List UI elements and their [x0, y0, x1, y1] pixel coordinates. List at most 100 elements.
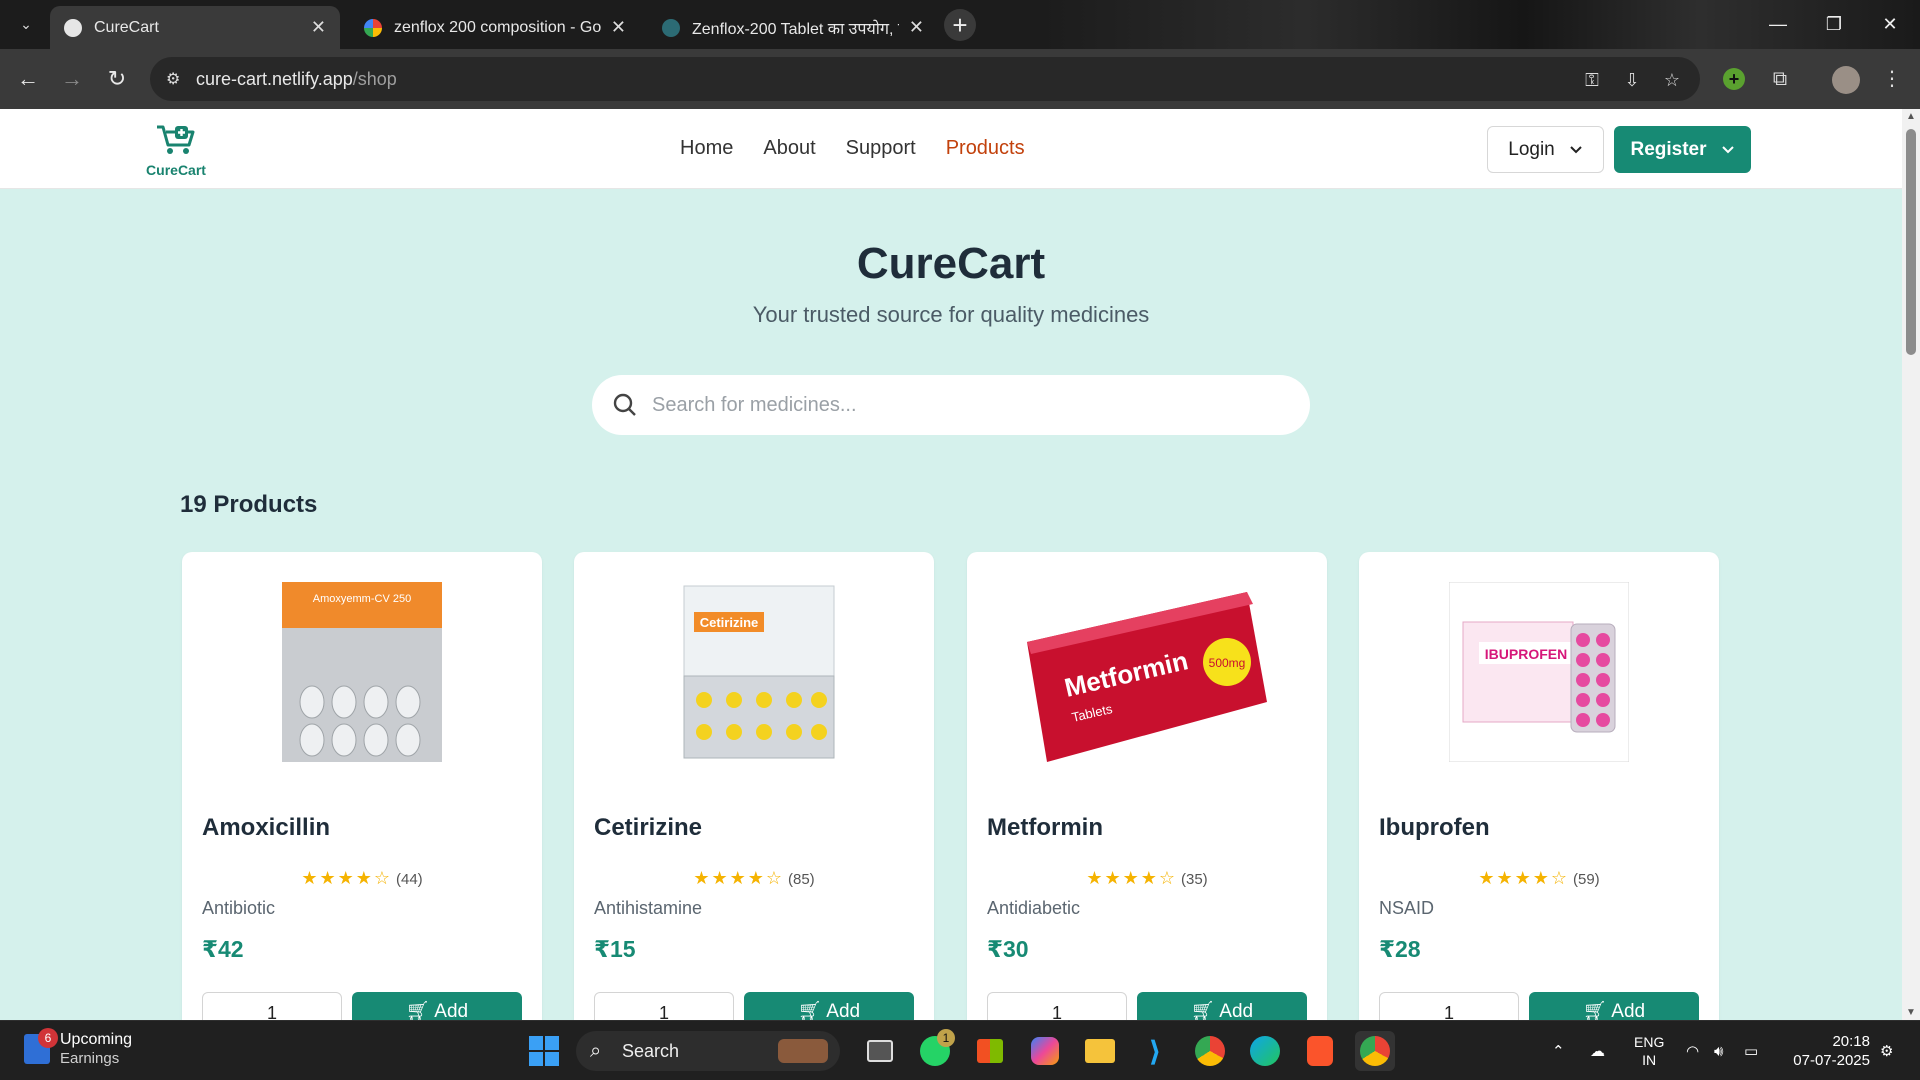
- battery-icon[interactable]: ▭: [1744, 1021, 1758, 1080]
- add-label: Add: [1219, 1001, 1254, 1020]
- nav-support[interactable]: Support: [846, 137, 916, 160]
- product-image[interactable]: Cetirizine: [634, 582, 874, 762]
- widgets-badge: 6: [38, 1028, 58, 1048]
- nav-about[interactable]: About: [763, 137, 815, 160]
- close-tab-icon[interactable]: ✕: [611, 17, 626, 38]
- microsoft-store-icon[interactable]: [970, 1031, 1010, 1071]
- widgets-icon: 6: [24, 1028, 58, 1064]
- quantity-input[interactable]: 1: [987, 992, 1127, 1020]
- product-price: ₹28: [1379, 936, 1421, 962]
- add-label: Add: [1611, 1001, 1646, 1020]
- extension-plus-icon[interactable]: +: [1718, 63, 1750, 95]
- browser-tab-apollo[interactable]: Zenflox-200 Tablet का उपयोग, प ✕: [648, 6, 938, 49]
- cart-icon: 🛒︎: [1582, 1001, 1612, 1020]
- minimize-icon[interactable]: —: [1750, 0, 1806, 49]
- close-window-icon[interactable]: ✕: [1862, 0, 1918, 49]
- review-count: (35): [1181, 871, 1208, 888]
- browser-tab-google[interactable]: zenflox 200 composition - Goo ✕: [350, 6, 640, 49]
- bookmark-star-icon[interactable]: ☆: [1660, 68, 1684, 92]
- widgets-button[interactable]: 6 Upcoming Earnings: [24, 1028, 132, 1068]
- scroll-up-icon[interactable]: ▲: [1905, 111, 1917, 122]
- product-card-ibuprofen[interactable]: IBUPROFEN Ibuprofen ★★★★☆ (59) NSAID ₹28 …: [1359, 552, 1719, 1020]
- browser-menu-icon[interactable]: ⋮: [1876, 63, 1908, 95]
- product-rating: ★★★★☆ (44): [182, 868, 542, 889]
- address-bar[interactable]: ⚙ cure-cart.netlify.app/shop ⚿ ⇩ ☆: [150, 57, 1700, 101]
- notification-icon[interactable]: ⚙: [1880, 1021, 1893, 1080]
- url-path: /shop: [352, 68, 397, 89]
- product-card-metformin[interactable]: Metformin Tablets 500mg Metformin ★★★★☆(…: [967, 552, 1327, 1020]
- product-card-amoxicillin[interactable]: Amoxyemm-CV 250 Amoxicillin ★★★★☆ (44) An…: [182, 552, 542, 1020]
- tab-search-dropdown-icon[interactable]: ⌄: [12, 10, 40, 38]
- product-image[interactable]: Metformin Tablets 500mg: [1027, 582, 1267, 762]
- tab-title: zenflox 200 composition - Goo: [394, 18, 601, 36]
- system-clock[interactable]: 20:18 07-07-2025: [1780, 1032, 1870, 1070]
- apollo-favicon-icon: [662, 18, 680, 37]
- whatsapp-icon[interactable]: 1: [915, 1029, 955, 1071]
- clock-date: 07-07-2025: [1793, 1052, 1870, 1069]
- product-name[interactable]: Ibuprofen: [1379, 814, 1490, 842]
- product-name[interactable]: Cetirizine: [594, 814, 702, 842]
- vscode-icon[interactable]: ⟩: [1135, 1031, 1175, 1071]
- windows-logo-icon: [529, 1036, 559, 1066]
- add-to-cart-button[interactable]: 🛒︎ Add: [1529, 992, 1699, 1020]
- restore-icon[interactable]: ❐: [1806, 0, 1862, 49]
- browser-tab-curecart[interactable]: CureCart ✕: [50, 6, 340, 49]
- product-category: Antihistamine: [594, 898, 703, 918]
- quantity-input[interactable]: 1: [1379, 992, 1519, 1020]
- hero-subtitle: Your trusted source for quality medicine…: [752, 302, 1150, 327]
- extensions-puzzle-icon[interactable]: ⧉: [1764, 63, 1796, 95]
- medicine-search-input[interactable]: Search for medicines...: [592, 375, 1310, 435]
- onedrive-icon[interactable]: ☁: [1590, 1021, 1605, 1080]
- register-button[interactable]: Register: [1614, 126, 1751, 173]
- review-count: (44): [396, 871, 423, 888]
- password-key-icon[interactable]: ⚿: [1580, 68, 1604, 92]
- task-view-icon[interactable]: [860, 1031, 900, 1071]
- close-tab-icon[interactable]: ✕: [311, 17, 326, 38]
- taskbar-search-label: Search: [622, 1040, 680, 1061]
- product-card-cetirizine[interactable]: Cetirizine Cetirizine ★★★★☆ (85) Antihist…: [574, 552, 934, 1020]
- file-explorer-icon[interactable]: [1080, 1031, 1120, 1071]
- close-tab-icon[interactable]: ✕: [909, 17, 924, 38]
- product-category: NSAID: [1379, 898, 1435, 918]
- new-tab-button[interactable]: +: [944, 9, 976, 41]
- cart-icon: 🛒︎: [1190, 1001, 1220, 1020]
- forward-icon[interactable]: →: [56, 63, 88, 95]
- taskbar-search[interactable]: ⌕ Search: [576, 1031, 840, 1071]
- scrollbar-thumb[interactable]: [1906, 129, 1916, 355]
- quantity-input[interactable]: 1: [594, 992, 734, 1020]
- site-info-icon[interactable]: ⚙: [166, 69, 186, 89]
- add-to-cart-button[interactable]: 🛒︎ Add: [744, 992, 914, 1020]
- add-to-cart-button[interactable]: 🛒︎ Add: [352, 992, 522, 1020]
- add-label: Add: [826, 1001, 861, 1020]
- star-rating-icon: ★★★★☆: [693, 868, 784, 888]
- page-scrollbar[interactable]: ▲ ▼: [1902, 109, 1920, 1020]
- chrome-icon[interactable]: [1190, 1031, 1230, 1071]
- scroll-down-icon[interactable]: ▼: [1905, 1007, 1917, 1018]
- volume-icon[interactable]: 🔊︎: [1714, 1021, 1723, 1080]
- login-button[interactable]: Login: [1487, 126, 1604, 173]
- brave-icon[interactable]: [1300, 1031, 1340, 1071]
- product-image[interactable]: IBUPROFEN: [1419, 582, 1659, 762]
- add-to-cart-button[interactable]: 🛒︎ Add: [1137, 992, 1307, 1020]
- nav-products[interactable]: Products: [946, 137, 1025, 160]
- back-icon[interactable]: ←: [12, 63, 44, 95]
- site-logo[interactable]: CureCart: [146, 123, 206, 179]
- product-name[interactable]: Metformin: [987, 814, 1103, 842]
- product-image[interactable]: Amoxyemm-CV 250: [242, 582, 482, 762]
- nav-home[interactable]: Home: [680, 137, 733, 160]
- wifi-icon[interactable]: ◠: [1686, 1021, 1699, 1080]
- install-app-icon[interactable]: ⇩: [1620, 68, 1644, 92]
- profile-avatar[interactable]: [1830, 63, 1862, 95]
- product-price: ₹15: [594, 936, 636, 962]
- quantity-input[interactable]: 1: [202, 992, 342, 1020]
- chrome-profile-icon[interactable]: [1355, 1031, 1395, 1071]
- cart-icon: 🛒︎: [797, 1001, 827, 1020]
- copilot-icon[interactable]: [1025, 1031, 1065, 1071]
- language-indicator[interactable]: ENG IN: [1634, 1021, 1664, 1080]
- show-hidden-icons-icon[interactable]: ⌃: [1552, 1021, 1565, 1080]
- review-count: (85): [788, 871, 815, 888]
- start-button[interactable]: [524, 1031, 564, 1071]
- edge-icon[interactable]: [1245, 1031, 1285, 1071]
- product-name[interactable]: Amoxicillin: [202, 814, 330, 842]
- reload-icon[interactable]: ↻: [101, 63, 133, 95]
